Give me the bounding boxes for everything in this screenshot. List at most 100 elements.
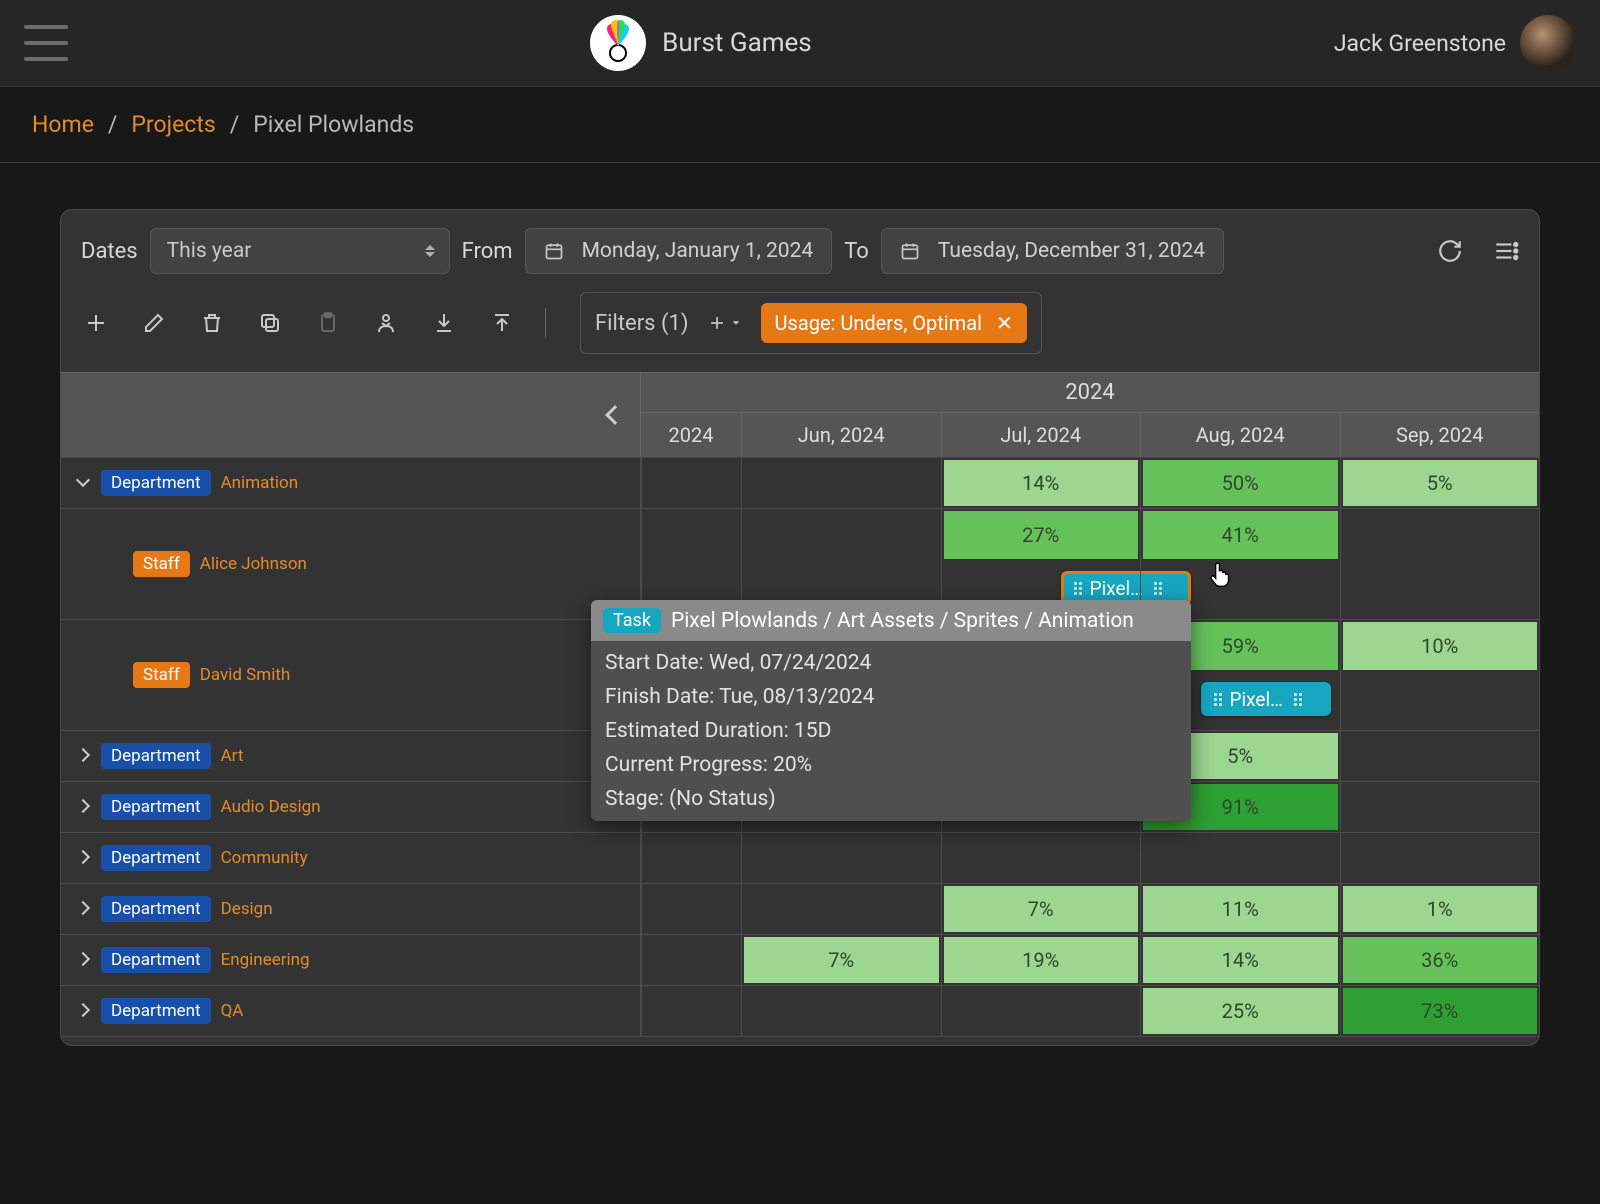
user-name: Jack Greenstone [1334, 30, 1506, 57]
delete-icon[interactable] [197, 308, 227, 338]
refresh-icon[interactable] [1437, 238, 1463, 264]
timeline-cell[interactable] [741, 884, 941, 934]
gantt-row: Department Engineering 7%19%14%36% [61, 935, 1539, 986]
timeline-cell[interactable]: 73% [1340, 986, 1540, 1036]
usage-cell: 50% [1143, 460, 1338, 506]
divider [545, 308, 546, 338]
usage-cell: 19% [944, 937, 1139, 983]
task-label: Pixel … [1090, 577, 1146, 600]
filters-box: Filters (1) Usage: Unders, Optimal ✕ [580, 292, 1042, 354]
copy-icon[interactable] [255, 308, 285, 338]
row-label-cell[interactable]: Department Engineering [61, 935, 641, 985]
row-label-cell[interactable]: Department Audio Design [61, 782, 641, 832]
timeline-month: Sep, 2024 [1340, 413, 1540, 457]
brand: Burst Games [590, 15, 812, 71]
from-date-input[interactable]: Monday, January 1, 2024 [525, 228, 833, 274]
timeline-month: Aug, 2024 [1140, 413, 1340, 457]
assign-icon[interactable] [371, 308, 401, 338]
range-preset-select[interactable]: This year [150, 228, 450, 274]
row-label-cell[interactable]: Staff David Smith [61, 620, 641, 730]
add-icon[interactable] [81, 308, 111, 338]
timeline-cell[interactable] [641, 935, 741, 985]
menu-icon[interactable] [24, 25, 68, 61]
list-menu-icon[interactable] [1493, 238, 1519, 264]
timeline-cell[interactable]: 36% [1340, 935, 1540, 985]
timeline-cell[interactable]: 19% [941, 935, 1141, 985]
row-label-cell[interactable]: Department Design [61, 884, 641, 934]
tooltip-duration: Estimated Duration: 15D [605, 719, 1177, 743]
cursor-hand-icon [1208, 560, 1234, 590]
tooltip-finish: Finish Date: Tue, 08/13/2024 [605, 685, 1177, 709]
caret-icon[interactable] [75, 952, 91, 968]
timeline-month: Jul, 2024 [941, 413, 1141, 457]
timeline-cell[interactable] [941, 833, 1141, 883]
row-label-cell[interactable]: Department QA [61, 986, 641, 1036]
filter-chip-usage[interactable]: Usage: Unders, Optimal ✕ [761, 303, 1027, 343]
caret-icon[interactable] [75, 799, 91, 815]
timeline-cell[interactable] [1140, 833, 1340, 883]
department-tag: Department [101, 794, 211, 820]
timeline-cell[interactable]: 5% [1340, 458, 1540, 508]
usage-cell: 10% [1343, 622, 1538, 670]
company-logo [590, 15, 646, 71]
timeline-cell[interactable] [641, 458, 741, 508]
caret-icon[interactable] [75, 901, 91, 917]
from-label: From [462, 239, 513, 264]
timeline-header: 2024 2024 Jun, 2024 Jul, 2024 Aug, 2024 … [641, 372, 1539, 458]
avatar[interactable] [1520, 15, 1576, 71]
department-tag: Department [101, 998, 211, 1024]
timeline-cell[interactable]: 14% [941, 458, 1141, 508]
row-label-cell[interactable]: Department Art [61, 731, 641, 781]
timeline-cell[interactable] [641, 884, 741, 934]
timeline-cell[interactable]: 11% [1140, 884, 1340, 934]
timeline-cell[interactable] [741, 833, 941, 883]
timeline-cell[interactable]: 1% [1340, 884, 1540, 934]
row-name: Animation [221, 473, 299, 493]
staff-tag: Staff [133, 551, 190, 577]
timeline-cell[interactable]: 7% [741, 935, 941, 985]
upload-icon[interactable] [487, 308, 517, 338]
breadcrumb-projects[interactable]: Projects [131, 111, 215, 138]
timeline-cell[interactable] [941, 986, 1141, 1036]
to-date-input[interactable]: Tuesday, December 31, 2024 [881, 228, 1224, 274]
timeline-cell[interactable]: 14% [1140, 935, 1340, 985]
download-icon[interactable] [429, 308, 459, 338]
timeline-cell[interactable]: 10% [1340, 620, 1540, 730]
company-name: Burst Games [662, 28, 812, 58]
timeline-cell[interactable] [1340, 509, 1540, 619]
timeline-cell[interactable] [741, 986, 941, 1036]
task-tooltip: Task Pixel Plowlands / Art Assets / Spri… [591, 600, 1191, 821]
tooltip-progress: Current Progress: 20% [605, 753, 1177, 777]
timeline-cell[interactable] [1340, 833, 1540, 883]
caret-icon[interactable] [75, 850, 91, 866]
timeline-cell[interactable] [1340, 731, 1540, 781]
usage-cell: 27% [944, 511, 1139, 559]
timeline-cell[interactable] [741, 458, 941, 508]
tooltip-stage: Stage: (No Status) [605, 787, 1177, 811]
user-menu[interactable]: Jack Greenstone [1334, 15, 1576, 71]
caret-icon[interactable] [75, 475, 91, 491]
scroll-left-icon[interactable] [605, 405, 625, 425]
row-label-cell[interactable]: Staff Alice Johnson [61, 509, 641, 619]
gantt-row: Department Community [61, 833, 1539, 884]
add-filter-button[interactable] [707, 313, 743, 333]
row-label-cell[interactable]: Department Community [61, 833, 641, 883]
caret-icon[interactable] [75, 1003, 91, 1019]
row-name: Community [221, 848, 308, 868]
breadcrumb-home[interactable]: Home [32, 111, 94, 138]
timeline-cell[interactable] [641, 833, 741, 883]
edit-icon[interactable] [139, 308, 169, 338]
caret-icon[interactable] [75, 748, 91, 764]
timeline-cell[interactable]: 7% [941, 884, 1141, 934]
timeline-cell[interactable] [1340, 782, 1540, 832]
row-label-cell[interactable]: Department Animation [61, 458, 641, 508]
department-tag: Department [101, 845, 211, 871]
gantt: 2024 2024 Jun, 2024 Jul, 2024 Aug, 2024 … [61, 372, 1539, 1037]
department-tag: Department [101, 947, 211, 973]
task-chip[interactable]: Pixel … [1201, 682, 1331, 716]
timeline-cell[interactable]: 25% [1140, 986, 1340, 1036]
timeline-cell[interactable] [641, 986, 741, 1036]
usage-cell: 5% [1343, 460, 1538, 506]
timeline-cell[interactable]: 50% [1140, 458, 1340, 508]
close-icon[interactable]: ✕ [996, 311, 1013, 335]
